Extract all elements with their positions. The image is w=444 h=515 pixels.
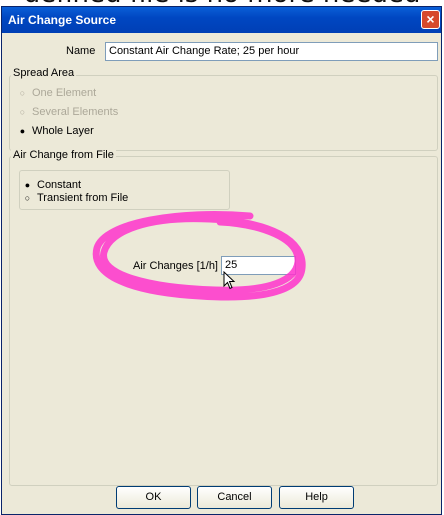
radio-several-elements-label: Several Elements xyxy=(32,106,119,118)
air-change-source-dialog: Air Change Source × Name Constant Air Ch… xyxy=(1,6,442,515)
name-input[interactable]: Constant Air Change Rate; 25 per hour xyxy=(105,42,438,61)
radio-one-element-label: One Element xyxy=(32,87,97,99)
mouse-cursor-icon xyxy=(223,271,236,290)
cancel-button[interactable]: Cancel xyxy=(197,486,272,509)
radio-transient-from-file[interactable]: ○ Transient from File xyxy=(22,192,129,205)
air-changes-label: Air Changes [1/h] xyxy=(133,260,218,272)
radio-constant-label: Constant xyxy=(37,179,82,191)
radio-selected-icon: ● xyxy=(19,126,26,136)
close-icon: × xyxy=(426,11,435,27)
ok-button[interactable]: OK xyxy=(116,486,191,509)
name-label: Name xyxy=(66,45,96,57)
radio-one-element[interactable]: ○ One Element xyxy=(17,87,96,100)
radio-transient-from-file-label: Transient from File xyxy=(37,192,129,204)
radio-whole-layer[interactable]: ● Whole Layer xyxy=(17,125,94,138)
radio-unselected-icon: ○ xyxy=(19,107,26,117)
spread-area-title: Spread Area xyxy=(11,67,77,79)
radio-several-elements[interactable]: ○ Several Elements xyxy=(17,106,118,119)
radio-selected-icon: ● xyxy=(24,180,31,190)
radio-whole-layer-label: Whole Layer xyxy=(32,125,94,137)
close-button[interactable]: × xyxy=(421,10,440,29)
radio-constant[interactable]: ● Constant xyxy=(22,179,81,192)
air-change-from-file-title: Air Change from File xyxy=(11,149,116,161)
help-button[interactable]: Help xyxy=(279,486,354,509)
title-bar: Air Change Source × xyxy=(2,7,441,33)
dialog-title: Air Change Source xyxy=(8,13,117,27)
radio-unselected-icon: ○ xyxy=(24,193,31,203)
radio-unselected-icon: ○ xyxy=(19,88,26,98)
